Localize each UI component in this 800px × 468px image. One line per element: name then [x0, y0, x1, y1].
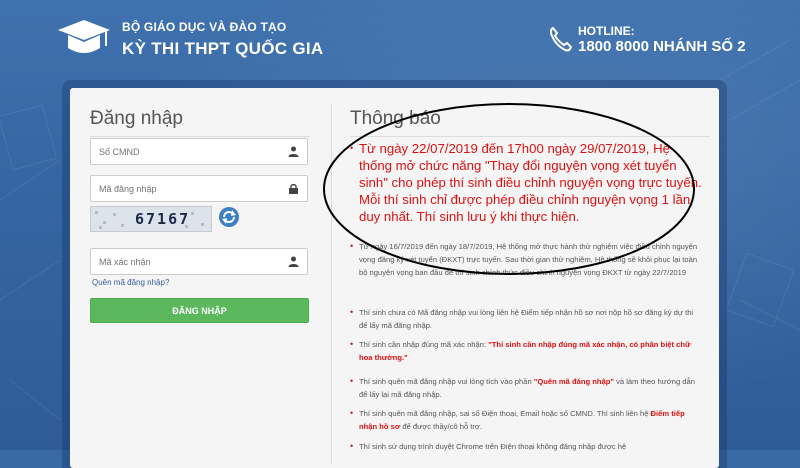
notice-item-text: Từ ngày 16/7/2019 đến ngày 18/7/2019, Hệ… — [359, 242, 698, 277]
notice-highlight-text: Từ ngày 22/07/2019 đến 17h00 ngày 29/07/… — [359, 141, 702, 224]
hotline-label: HOTLINE: — [578, 24, 635, 38]
org-name: BỘ GIÁO DỤC VÀ ĐÀO TẠO — [122, 20, 287, 34]
password-input[interactable] — [91, 176, 279, 201]
user-icon — [288, 146, 299, 157]
bullet: • — [350, 408, 354, 418]
notice-item: • Thí sinh sử dụng trình duyệt Chrome tr… — [350, 440, 702, 453]
lock-icon — [289, 183, 298, 194]
bullet: • — [350, 339, 354, 349]
notice-item: • Thí sinh quên mã đăng nhập, sai số Điệ… — [350, 407, 702, 433]
notice-divider — [350, 136, 710, 137]
notice-item-text: Thí sinh chưa có Mã đăng nhập vui lòng l… — [359, 308, 694, 330]
phone-icon — [549, 26, 572, 52]
notice-item-text: Thí sinh cần nhập đúng mã xác nhận: "Thí… — [359, 340, 691, 362]
notice-item-text: Thí sinh quên mã đăng nhập vui lòng tích… — [359, 377, 695, 399]
captcha-text: 67167 — [135, 210, 191, 228]
login-title: Đăng nhập — [90, 108, 183, 129]
hotline-number: 1800 8000 NHÁNH SỐ 2 — [578, 38, 746, 55]
notice-highlight: • Từ ngày 22/07/2019 đến 17h00 ngày 29/0… — [350, 140, 702, 225]
captcha-image: 67167 — [90, 206, 212, 232]
refresh-captcha-icon[interactable] — [218, 206, 240, 228]
user-icon — [288, 256, 299, 267]
column-divider — [331, 104, 332, 464]
notice-item-text: Thí sinh sử dụng trình duyệt Chrome trên… — [359, 442, 627, 451]
site-header: BỘ GIÁO DỤC VÀ ĐÀO TẠO KỲ THI THPT QUỐC … — [0, 0, 800, 72]
forgot-password-link[interactable]: Quên mã đăng nhập? — [92, 278, 169, 287]
bullet: • — [350, 241, 354, 251]
captcha-field[interactable] — [90, 248, 308, 275]
main-panel: Đăng nhập 67167 — [70, 88, 719, 468]
login-divider — [90, 136, 310, 137]
bullet: • — [350, 441, 354, 451]
bullet: • — [350, 143, 354, 153]
notice-item: • Thí sinh quên mã đăng nhập vui lòng tí… — [350, 375, 702, 401]
cmnd-field[interactable] — [90, 138, 308, 165]
login-button[interactable]: ĐĂNG NHẬP — [90, 298, 309, 323]
notice-item: • Từ ngày 16/7/2019 đến ngày 18/7/2019, … — [350, 240, 702, 279]
notice-title: Thông báo — [350, 108, 441, 129]
bullet: • — [350, 376, 354, 386]
exam-name: KỲ THI THPT QUỐC GIA — [122, 39, 324, 58]
notice-item: • Thí sinh chưa có Mã đăng nhập vui lòng… — [350, 306, 702, 332]
bullet: • — [350, 307, 354, 317]
cmnd-input[interactable] — [91, 139, 279, 164]
notice-item: • Thí sinh cần nhập đúng mã xác nhận: "T… — [350, 338, 702, 364]
captcha-input[interactable] — [91, 249, 279, 274]
password-field[interactable] — [90, 175, 308, 202]
notice-item-text: Thí sinh quên mã đăng nhập, sai số Điện … — [359, 409, 685, 431]
graduation-cap-logo-icon[interactable] — [56, 16, 112, 60]
